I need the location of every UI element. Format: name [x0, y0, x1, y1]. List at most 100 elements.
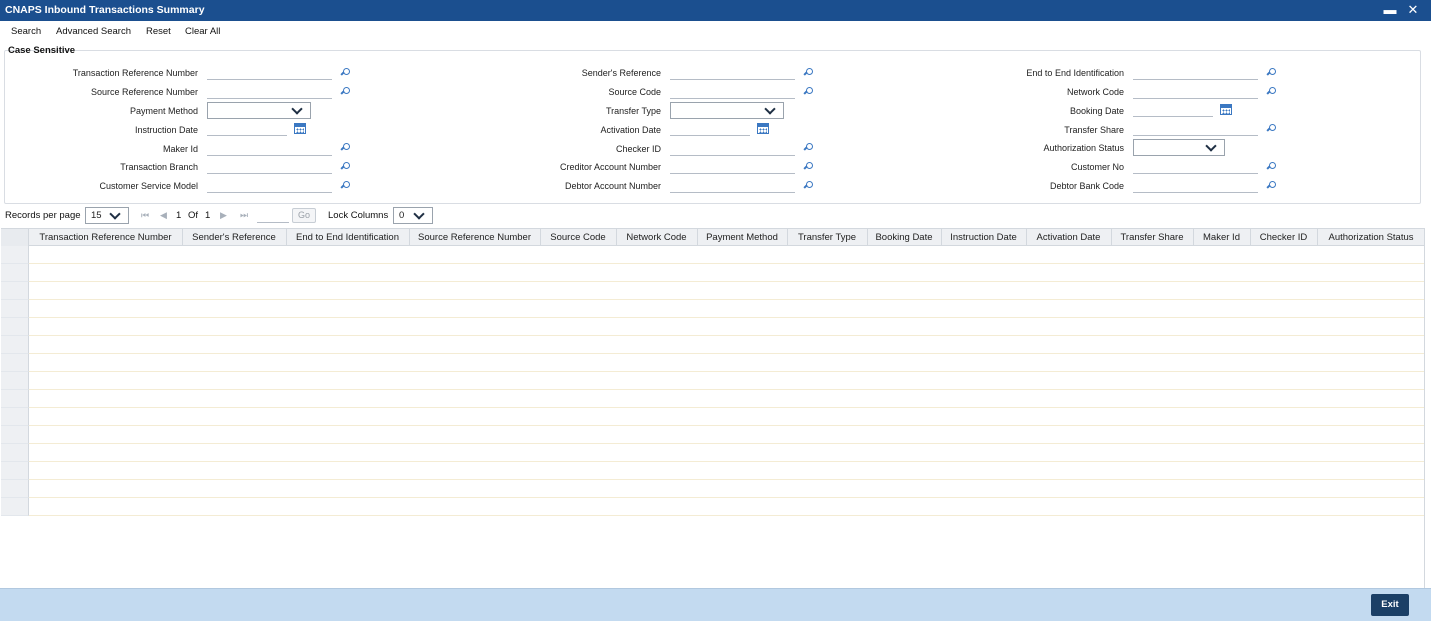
checker-id-input[interactable]: [670, 141, 795, 156]
network-code-input[interactable]: [1133, 84, 1258, 99]
network-code-search-icon[interactable]: [1266, 87, 1277, 97]
customer-service-model-input[interactable]: [207, 178, 332, 193]
column-header[interactable]: Source Code: [540, 232, 616, 243]
source-code-input[interactable]: [670, 84, 795, 99]
debtor-account-number-search-icon[interactable]: [803, 181, 814, 191]
source-code-search-icon[interactable]: [803, 87, 814, 97]
row-selector[interactable]: [1, 264, 29, 282]
transfer-share-input[interactable]: [1133, 121, 1258, 136]
authorization-status-select[interactable]: [1133, 139, 1225, 156]
table-row[interactable]: [1, 246, 1425, 264]
end-to-end-identification-input[interactable]: [1133, 65, 1258, 80]
go-button[interactable]: Go: [292, 208, 316, 223]
row-selector[interactable]: [1, 390, 29, 408]
maker-id-input[interactable]: [207, 141, 332, 156]
select-all-cell[interactable]: [1, 229, 29, 247]
transaction-branch-input[interactable]: [207, 159, 332, 174]
customer-service-model-search-icon[interactable]: [340, 181, 351, 191]
creditor-account-number-input[interactable]: [670, 159, 795, 174]
advanced-search-button[interactable]: Advanced Search: [56, 26, 131, 37]
end-to-end-identification-search-icon[interactable]: [1266, 68, 1277, 78]
activation-date-input[interactable]: [670, 121, 750, 136]
column-header[interactable]: Maker Id: [1193, 232, 1250, 243]
table-row[interactable]: [1, 498, 1425, 516]
transaction-reference-number-input[interactable]: [207, 65, 332, 80]
records-per-page-select[interactable]: 15: [85, 207, 129, 224]
creditor-account-number-search-icon[interactable]: [803, 162, 814, 172]
table-row[interactable]: [1, 480, 1425, 498]
table-row[interactable]: [1, 300, 1425, 318]
table-row[interactable]: [1, 372, 1425, 390]
row-selector[interactable]: [1, 318, 29, 336]
search-button[interactable]: Search: [11, 26, 41, 37]
payment-method-select[interactable]: [207, 102, 311, 119]
row-selector[interactable]: [1, 300, 29, 318]
table-row[interactable]: [1, 354, 1425, 372]
column-header[interactable]: Instruction Date: [941, 232, 1026, 243]
page-number-input[interactable]: [257, 208, 289, 223]
column-header[interactable]: Activation Date: [1026, 232, 1111, 243]
column-header[interactable]: Transfer Share: [1111, 232, 1193, 243]
row-selector[interactable]: [1, 354, 29, 372]
row-selector[interactable]: [1, 246, 29, 264]
column-header[interactable]: End to End Identification: [286, 232, 409, 243]
table-row[interactable]: [1, 408, 1425, 426]
transaction-branch-search-icon[interactable]: [340, 162, 351, 172]
source-reference-number-input[interactable]: [207, 84, 332, 99]
transfer-type-select[interactable]: [670, 102, 784, 119]
customer-no-search-icon[interactable]: [1266, 162, 1277, 172]
debtor-bank-code-input[interactable]: [1133, 178, 1258, 193]
reset-button[interactable]: Reset: [146, 26, 171, 37]
clear-all-button[interactable]: Clear All: [185, 26, 220, 37]
column-header[interactable]: Checker ID: [1250, 232, 1317, 243]
row-selector[interactable]: [1, 444, 29, 462]
previous-page-icon[interactable]: ◀: [160, 210, 167, 221]
senders-reference-input[interactable]: [670, 65, 795, 80]
row-selector[interactable]: [1, 372, 29, 390]
column-header[interactable]: Transaction Reference Number: [29, 232, 182, 243]
column-header[interactable]: Transfer Type: [787, 232, 867, 243]
column-header[interactable]: Payment Method: [697, 232, 787, 243]
column-header[interactable]: Booking Date: [867, 232, 941, 243]
maker-id-search-icon[interactable]: [340, 143, 351, 153]
row-selector[interactable]: [1, 426, 29, 444]
row-selector[interactable]: [1, 498, 29, 516]
table-row[interactable]: [1, 318, 1425, 336]
calendar-icon[interactable]: [1220, 104, 1232, 115]
last-page-icon[interactable]: ⏭: [240, 210, 248, 221]
table-row[interactable]: [1, 264, 1425, 282]
close-icon[interactable]: ✕: [1406, 3, 1420, 17]
table-row[interactable]: [1, 336, 1425, 354]
debtor-bank-code-search-icon[interactable]: [1266, 181, 1277, 191]
column-header[interactable]: Source Reference Number: [409, 232, 540, 243]
minimize-icon[interactable]: ▬: [1383, 3, 1397, 17]
booking-date-input[interactable]: [1133, 102, 1213, 117]
column-header[interactable]: Sender's Reference: [182, 232, 286, 243]
next-page-icon[interactable]: ▶: [220, 210, 227, 221]
transfer-share-search-icon[interactable]: [1266, 124, 1277, 134]
table-row[interactable]: [1, 444, 1425, 462]
debtor-account-number-input[interactable]: [670, 178, 795, 193]
table-row[interactable]: [1, 426, 1425, 444]
row-selector[interactable]: [1, 462, 29, 480]
row-selector[interactable]: [1, 336, 29, 354]
row-selector[interactable]: [1, 408, 29, 426]
first-page-icon[interactable]: ⏮: [141, 210, 149, 221]
transaction-reference-number-search-icon[interactable]: [340, 68, 351, 78]
column-header[interactable]: Network Code: [616, 232, 697, 243]
table-row[interactable]: [1, 390, 1425, 408]
customer-no-input[interactable]: [1133, 159, 1258, 174]
exit-button[interactable]: Exit: [1371, 594, 1409, 616]
checker-id-search-icon[interactable]: [803, 143, 814, 153]
calendar-icon[interactable]: [294, 123, 306, 134]
table-row[interactable]: [1, 462, 1425, 480]
column-header[interactable]: Authorization Status: [1317, 232, 1425, 243]
table-row[interactable]: [1, 282, 1425, 300]
source-reference-number-search-icon[interactable]: [340, 87, 351, 97]
lock-columns-select[interactable]: 0: [393, 207, 433, 224]
calendar-icon[interactable]: [757, 123, 769, 134]
senders-reference-search-icon[interactable]: [803, 68, 814, 78]
row-selector[interactable]: [1, 282, 29, 300]
instruction-date-input[interactable]: [207, 121, 287, 136]
row-selector[interactable]: [1, 480, 29, 498]
